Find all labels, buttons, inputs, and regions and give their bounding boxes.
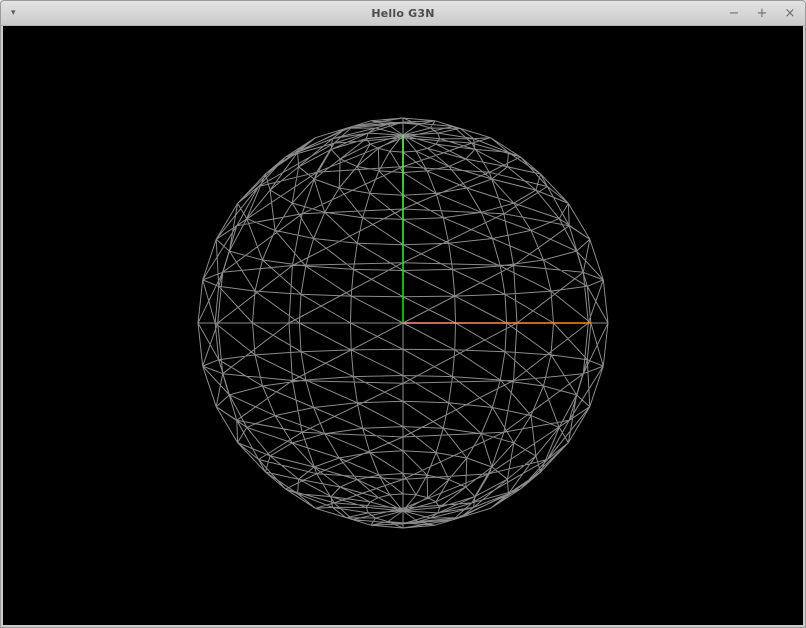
app-window: ▾ Hello G3N − + ×	[0, 0, 806, 628]
window-frame	[1, 26, 805, 627]
window-title: Hello G3N	[1, 7, 805, 20]
window-controls: − + ×	[727, 1, 797, 25]
minimize-button[interactable]: −	[727, 7, 741, 20]
3d-scene-viewport[interactable]	[3, 26, 803, 625]
window-menu-icon[interactable]: ▾	[11, 1, 16, 25]
titlebar[interactable]: ▾ Hello G3N − + ×	[1, 1, 805, 26]
maximize-button[interactable]: +	[755, 7, 769, 20]
close-button[interactable]: ×	[783, 7, 797, 20]
